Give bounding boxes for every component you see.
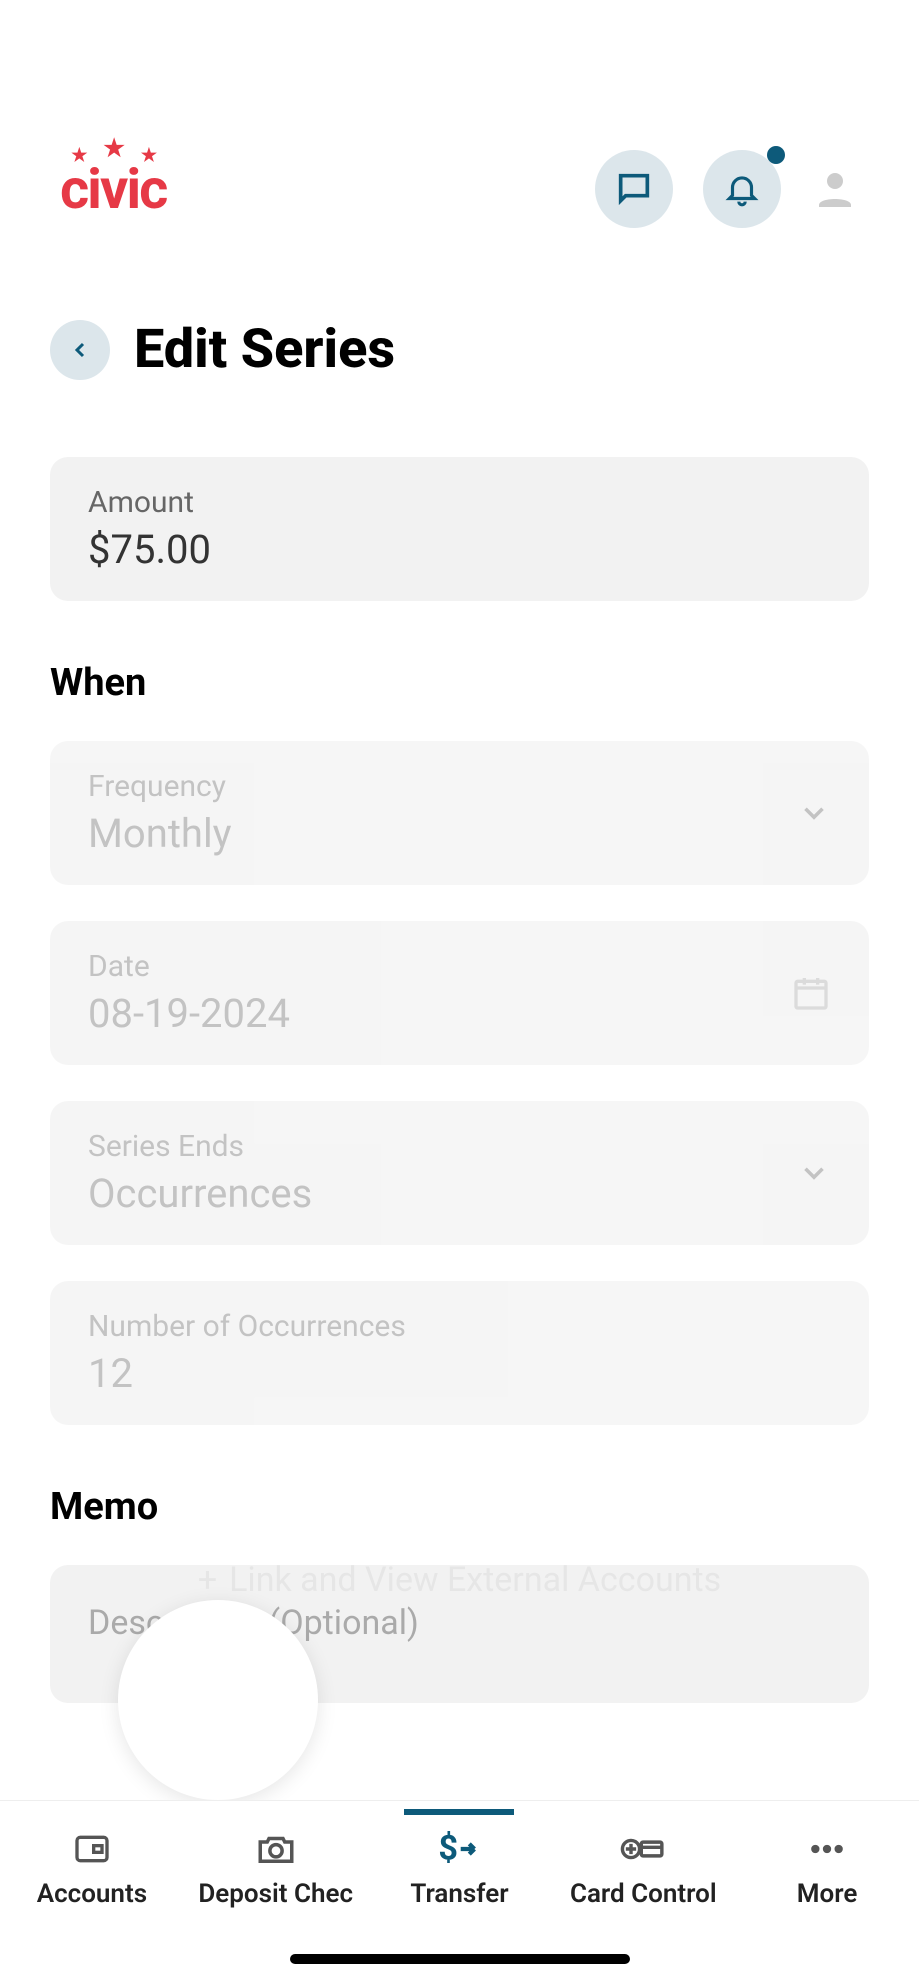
star-icon: ★	[71, 145, 85, 166]
chevron-left-icon	[68, 338, 92, 362]
date-field[interactable]: Date 08-19-2024	[50, 921, 869, 1065]
series-ends-value: Occurrences	[88, 1170, 797, 1217]
brand-logo: ★ ★ ★ civic	[60, 156, 166, 222]
back-button[interactable]	[50, 320, 110, 380]
profile-button[interactable]	[811, 165, 859, 213]
more-icon	[807, 1829, 847, 1869]
svg-text:$: $	[439, 1829, 459, 1868]
tab-transfer-label: Transfer	[410, 1879, 508, 1909]
amount-label: Amount	[88, 485, 831, 520]
tab-accounts-label: Accounts	[37, 1879, 147, 1909]
floating-circle	[118, 1600, 318, 1800]
occurrences-field[interactable]: Number of Occurrences 12	[50, 1281, 869, 1425]
frequency-label: Frequency	[88, 769, 797, 804]
date-label: Date	[88, 949, 791, 984]
tab-accounts[interactable]: Accounts	[0, 1809, 184, 1909]
external-accounts-ghost: + Link and View External Accounts	[0, 1560, 919, 1600]
tab-more-label: More	[797, 1879, 858, 1909]
date-value: 08-19-2024	[88, 990, 791, 1037]
chat-icon	[614, 169, 654, 209]
tab-deposit-label: Deposit Chec	[198, 1879, 353, 1909]
tab-card-label: Card Control	[570, 1879, 717, 1909]
page-title: Edit Series	[134, 318, 395, 381]
camera-icon	[255, 1828, 297, 1870]
plus-icon: +	[198, 1560, 217, 1600]
star-icon: ★	[103, 134, 123, 162]
home-indicator	[290, 1954, 630, 1964]
card-icon	[619, 1829, 667, 1869]
chevron-down-icon	[797, 1156, 831, 1190]
tab-more[interactable]: More	[735, 1809, 919, 1909]
series-ends-label: Series Ends	[88, 1129, 797, 1164]
frequency-field[interactable]: Frequency Monthly	[50, 741, 869, 885]
occurrences-value: 12	[88, 1350, 831, 1397]
amount-value: $75.00	[88, 526, 831, 573]
app-header: ★ ★ ★ civic	[0, 0, 919, 268]
tab-bar: Accounts Deposit Chec $ Transfer	[0, 1800, 919, 1980]
memo-section-label: Memo	[50, 1485, 869, 1529]
calendar-icon	[791, 973, 831, 1013]
notifications-button[interactable]	[703, 150, 781, 228]
series-ends-field[interactable]: Series Ends Occurrences	[50, 1101, 869, 1245]
frequency-value: Monthly	[88, 810, 797, 857]
notification-dot	[767, 146, 785, 164]
occurrences-label: Number of Occurrences	[88, 1309, 831, 1344]
chevron-down-icon	[797, 796, 831, 830]
tab-transfer[interactable]: $ Transfer	[368, 1809, 552, 1909]
bell-icon	[723, 170, 761, 208]
tab-card-controls[interactable]: Card Control	[551, 1809, 735, 1909]
star-icon: ★	[141, 145, 155, 166]
transfer-icon: $	[435, 1829, 483, 1869]
when-section-label: When	[50, 661, 869, 705]
page-header: Edit Series	[0, 268, 919, 421]
wallet-icon	[72, 1829, 112, 1869]
messages-button[interactable]	[595, 150, 673, 228]
amount-field[interactable]: Amount $75.00	[50, 457, 869, 601]
tab-deposit[interactable]: Deposit Chec	[184, 1809, 368, 1909]
